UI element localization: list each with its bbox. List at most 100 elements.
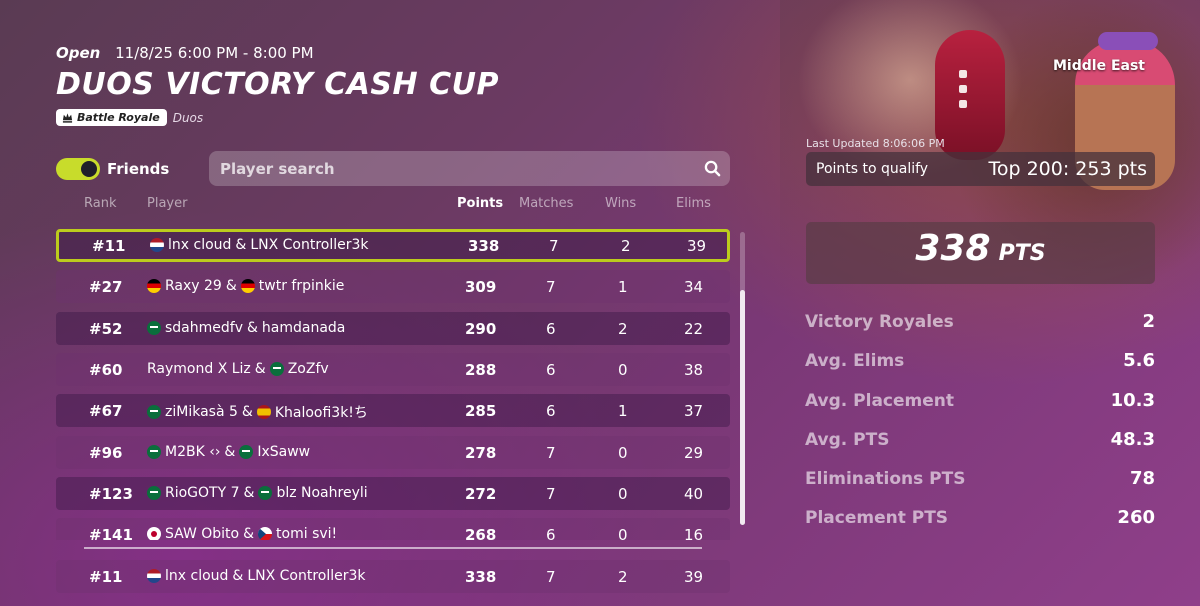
row-rank: #27: [89, 278, 123, 297]
crown-icon: [62, 113, 73, 123]
row-points: 278: [465, 443, 497, 462]
event-time-range: 11/8/25 6:00 PM - 8:00 PM: [115, 44, 314, 62]
row-rank: #11: [89, 568, 123, 586]
player-search: [209, 151, 730, 186]
row-wins: 0: [618, 443, 628, 462]
row-player: SAW Obito & tomi svi!: [147, 526, 337, 540]
player-two: LNX Controller3k: [247, 568, 366, 584]
header-matches[interactable]: Matches: [519, 196, 573, 211]
player-two: twtr frpinkie: [258, 278, 345, 295]
row-elims: 38: [684, 360, 704, 379]
row-matches: 6: [546, 402, 556, 421]
mode-row: Battle Royale Duos: [56, 109, 203, 126]
scrollbar[interactable]: [740, 232, 745, 525]
row-rank: #123: [89, 484, 133, 503]
flag-icon: [256, 405, 271, 420]
player-one: Raymond X Liz: [147, 360, 251, 377]
flag-icon: [150, 238, 164, 252]
row-rank: #67: [89, 402, 123, 421]
qualify-label: Points to qualify: [816, 161, 929, 177]
stat-row: Avg. Elims 5.6: [805, 349, 1155, 388]
qualify-box: Points to qualify Top 200: 253 pts: [806, 152, 1155, 186]
row-matches: 7: [546, 568, 556, 586]
table-row[interactable]: #141 SAW Obito & tomi svi! 268 6 0 16: [56, 518, 730, 540]
row-wins: 2: [621, 237, 631, 255]
friends-toggle[interactable]: [56, 158, 100, 180]
flag-icon: [147, 569, 161, 583]
stat-label: Avg. Elims: [805, 351, 905, 372]
row-player: RioGOTY 7 & blz Noahreyli: [147, 485, 368, 501]
stat-label: Placement PTS: [805, 508, 949, 529]
row-rank: #52: [89, 319, 123, 338]
table-row[interactable]: #60 Raymond X Liz & ZoZfv 288 6 0 38: [56, 352, 730, 386]
flag-icon: [147, 444, 161, 459]
header-points[interactable]: Points: [457, 196, 503, 211]
search-icon[interactable]: [695, 160, 730, 177]
row-matches: 7: [546, 484, 556, 503]
player-one: M2BK ‹›: [165, 443, 221, 460]
row-elims: 34: [684, 278, 704, 297]
stat-row: Eliminations PTS 78: [805, 467, 1155, 506]
row-points: 285: [465, 402, 497, 421]
search-input[interactable]: [209, 158, 695, 179]
row-wins: 1: [618, 278, 628, 297]
stat-row: Avg. Placement 10.3: [805, 389, 1155, 428]
header-elims[interactable]: Elims: [676, 196, 711, 211]
pinned-player-row[interactable]: #11 lnx cloud & LNX Controller3k 338 7 2 …: [56, 560, 730, 593]
row-rank: #11: [92, 237, 126, 255]
stat-value: 2: [1142, 311, 1155, 332]
total-points-box: 338 PTS: [806, 222, 1155, 284]
divider: [84, 547, 702, 549]
row-elims: 40: [684, 484, 704, 503]
leaderboard-headers: Rank Player Points Matches Wins Elims: [56, 196, 730, 214]
mode-label: Battle Royale: [77, 111, 160, 124]
table-row[interactable]: #52 sdahmedfv & hamdanada 290 6 2 22: [56, 311, 730, 345]
flag-icon: [258, 485, 273, 500]
stat-value: 78: [1129, 468, 1155, 490]
character-masked: [935, 30, 1005, 160]
table-row[interactable]: #123 RioGOTY 7 & blz Noahreyli 272 7 0 40: [56, 476, 730, 510]
header-wins[interactable]: Wins: [605, 196, 636, 211]
row-matches: 6: [546, 360, 556, 379]
character-goggles: [1098, 32, 1158, 50]
toggle-knob: [81, 161, 97, 177]
row-points: 272: [465, 484, 497, 503]
player-two: hamdanada: [261, 319, 346, 336]
table-row[interactable]: #96 M2BK ‹› & IxSaww 278 7 0 29: [56, 435, 730, 469]
player-one: ziMikasà 5: [165, 404, 238, 421]
region-label: Middle East: [1053, 58, 1145, 74]
leaderboard-list[interactable]: #11 lnx cloud & LNX Controller3k 338 7 2 …: [56, 229, 732, 540]
player-two: blz Noahreyli: [276, 484, 368, 501]
table-row[interactable]: #27 Raxy 29 & twtr frpinkie 309 7 1 34: [56, 270, 730, 304]
scroll-thumb[interactable]: [740, 290, 745, 525]
qualify-value: Top 200: 253 pts: [988, 158, 1147, 180]
row-wins: 2: [618, 568, 628, 586]
flag-icon: [147, 279, 161, 294]
table-row[interactable]: #11 lnx cloud & LNX Controller3k 338 7 2 …: [56, 229, 730, 262]
row-points: 288: [465, 360, 497, 379]
stat-value: 48.3: [1110, 428, 1155, 450]
total-points-unit: PTS: [998, 241, 1046, 266]
stat-row: Placement PTS 260: [805, 506, 1155, 545]
player-one: SAW Obito: [165, 526, 240, 540]
row-wins: 0: [618, 484, 628, 503]
row-player: lnx cloud & LNX Controller3k: [147, 568, 366, 584]
row-wins: 1: [618, 402, 628, 421]
friends-label: Friends: [107, 160, 170, 178]
row-elims: 29: [684, 443, 704, 462]
flag-icon: [240, 279, 255, 294]
row-player: lnx cloud & LNX Controller3k: [150, 237, 369, 253]
row-rank: #141: [89, 526, 133, 540]
row-elims: 37: [684, 402, 704, 421]
player-two: ZoZfv: [287, 360, 329, 377]
row-matches: 6: [546, 319, 556, 338]
player-two: Khaloofi3k!ち: [274, 405, 368, 422]
player-one: lnx cloud: [168, 237, 232, 253]
row-elims: 16: [684, 526, 704, 540]
event-status: Open: [56, 44, 101, 62]
row-player: sdahmedfv & hamdanada: [147, 320, 345, 336]
mode-badge: Battle Royale: [56, 109, 167, 126]
table-row[interactable]: #67 ziMikasà 5 & Khaloofi3k!ち 285 6 1 37: [56, 394, 730, 428]
player-one: sdahmedfv: [165, 319, 243, 336]
row-elims: 39: [687, 237, 707, 255]
